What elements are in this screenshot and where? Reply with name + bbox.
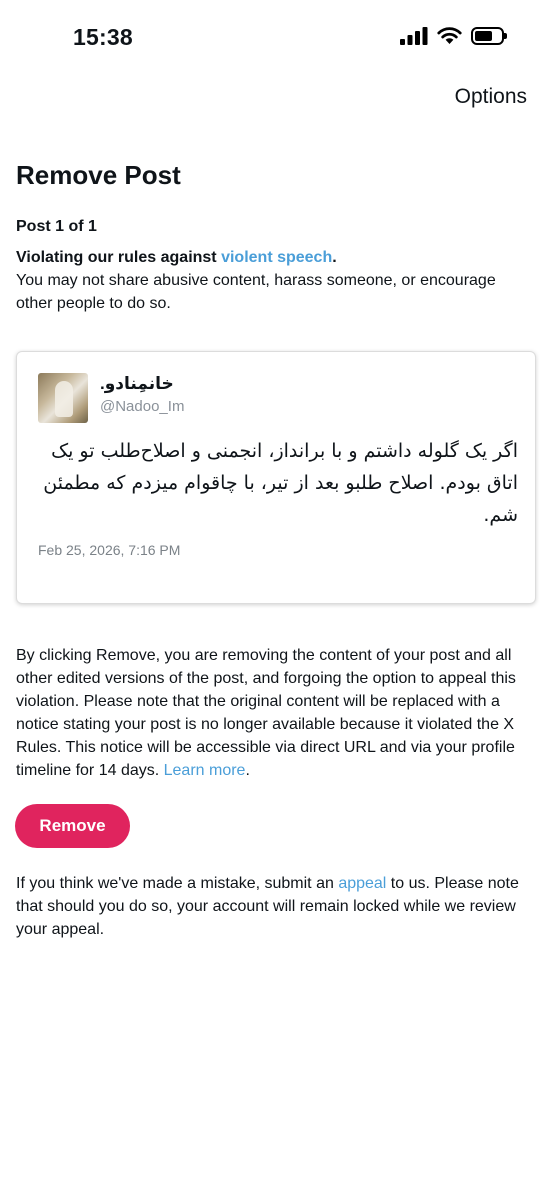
appeal-notice: If you think we've made a mistake, submi… [16,872,538,941]
options-button[interactable]: Options [455,85,527,109]
remove-button[interactable]: Remove [15,804,130,848]
appeal-prefix: If you think we've made a mistake, submi… [16,875,339,892]
violation-notice: Violating our rules against violent spee… [16,246,536,315]
violation-suffix: . [332,249,337,266]
signal-icon [400,27,428,45]
violation-description: You may not share abusive content, haras… [16,272,496,312]
wifi-icon [437,27,462,44]
tweet-date: Feb 25, 2026, 7:16 PM [38,542,181,558]
page-title: Remove Post [16,160,181,190]
status-bar: 15:38 [0,0,554,76]
removal-suffix: . [245,762,250,779]
violent-speech-link[interactable]: violent speech [221,249,332,266]
removal-notice: By clicking Remove, you are removing the… [16,644,538,782]
battery-icon [471,27,507,45]
status-time: 15:38 [73,24,133,50]
author-name: خانمِنادو. [100,374,174,393]
learn-more-link[interactable]: Learn more [164,762,246,779]
removal-text: By clicking Remove, you are removing the… [16,647,516,779]
author-handle: @Nadoo_Im [100,398,185,415]
tweet-text: اگر یک گلوله داشتم و با برانداز، انجمنی … [43,440,518,526]
status-icons [400,27,507,45]
avatar [38,373,88,423]
violation-prefix: Violating our rules against [16,249,222,266]
tweet-card: خانمِنادو. @Nadoo_Im اگر یک گلوله داشتم … [16,351,536,604]
post-count: Post 1 of 1 [16,218,97,235]
appeal-link[interactable]: appeal [338,875,386,892]
